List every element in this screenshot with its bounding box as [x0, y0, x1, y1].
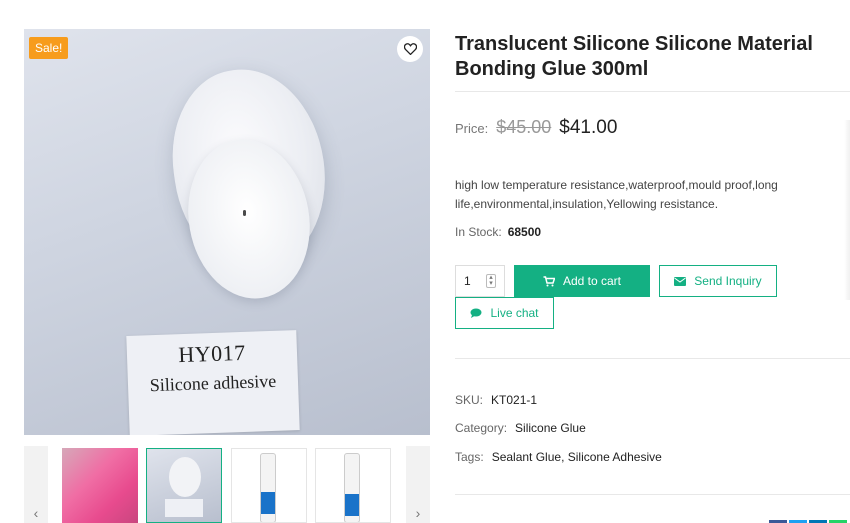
price-new: $41.00 [559, 117, 618, 138]
send-inquiry-button[interactable]: Send Inquiry [659, 265, 777, 297]
add-to-cart-label: Add to cart [562, 274, 622, 288]
tube-band [345, 494, 359, 516]
divider [455, 91, 850, 92]
thumbnail-silicone-sample[interactable] [146, 448, 222, 523]
divider [455, 494, 850, 495]
tube-band [261, 492, 275, 514]
sku-label: SKU: [455, 393, 484, 407]
thumb-sample-shape [169, 457, 201, 497]
send-inquiry-label: Send Inquiry [694, 274, 762, 288]
live-chat-label: Live chat [490, 306, 539, 320]
price-old: $45.00 [496, 117, 552, 137]
thumb-sample-card [165, 499, 203, 517]
price-label: Price: [455, 121, 489, 136]
wishlist-button[interactable] [397, 36, 423, 62]
category-label: Category: [455, 421, 508, 435]
add-to-cart-button[interactable]: Add to cart [514, 265, 650, 297]
price-row: Price: $45.00 $41.00 [455, 117, 617, 139]
sku-row: SKU: KT021-1 [455, 393, 537, 407]
stock-value: 68500 [507, 225, 542, 239]
tube-shape [260, 453, 276, 522]
cart-icon [543, 275, 555, 286]
quantity-value: 1 [464, 274, 471, 288]
side-panel-shadow [844, 120, 850, 300]
category-link[interactable]: Silicone Glue [515, 421, 586, 435]
thumbnail-strip: ‹ › [24, 446, 430, 523]
sample-mark [243, 210, 246, 216]
product-title: Translucent Silicone Silicone Material B… [455, 33, 813, 80]
category-row: Category: Silicone Glue [455, 421, 586, 435]
thumbnail-next-button[interactable]: › [406, 446, 430, 523]
product-summary: Translucent Silicone Silicone Material B… [455, 0, 850, 523]
product-main-image[interactable]: HY017 Silicone adhesive [24, 29, 430, 435]
stock-label: In Stock: [455, 225, 502, 239]
thumbnail-prev-button[interactable]: ‹ [24, 446, 48, 523]
tags-label: Tags: [455, 450, 484, 464]
heart-icon [403, 43, 417, 55]
divider [455, 358, 850, 359]
sample-label-card: HY017 Silicone adhesive [126, 330, 300, 435]
thumbnail-pink-cord[interactable] [62, 448, 138, 523]
sku-value: KT021-1 [491, 393, 538, 407]
chevron-left-icon: ‹ [33, 505, 39, 521]
envelope-icon [674, 276, 687, 286]
tags-row: Tags: Sealant Glue, Silicone Adhesive [455, 450, 662, 464]
live-chat-button[interactable]: Live chat [455, 297, 554, 329]
stock-status: In Stock: 68500 [455, 225, 541, 239]
product-description: high low temperature resistance,waterpro… [455, 178, 778, 211]
tube-shape [344, 453, 360, 522]
chat-bubble-icon [470, 308, 482, 318]
thumbnail-tube-alt[interactable] [315, 448, 391, 523]
tags-links[interactable]: Sealant Glue, Silicone Adhesive [492, 450, 662, 464]
sample-label-code: HY017 [177, 339, 247, 368]
thumbnail-tube[interactable] [231, 448, 307, 523]
sample-label-name: Silicone adhesive [149, 370, 277, 396]
chevron-right-icon: › [415, 505, 421, 521]
sale-badge: Sale! [29, 37, 69, 59]
quantity-stepper[interactable]: ▴ ▾ [486, 274, 496, 288]
quantity-input[interactable]: 1 ▴ ▾ [455, 265, 505, 297]
